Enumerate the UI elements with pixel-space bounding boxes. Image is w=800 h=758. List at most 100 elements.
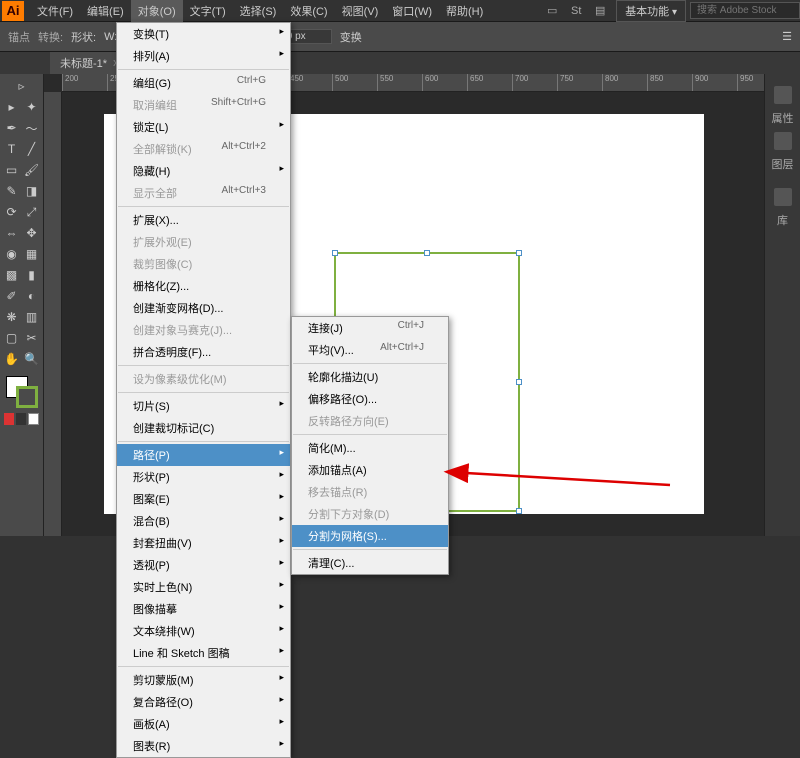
layers-icon[interactable] [774,132,792,150]
menu-item[interactable]: 透视(P) [117,554,290,576]
panel-label: 属性 [772,110,794,126]
artboard-tool[interactable]: ▢ [2,328,21,348]
path-submenu-dropdown: 连接(J)Ctrl+J平均(V)...Alt+Ctrl+J 轮廓化描边(U)偏移路… [291,316,449,575]
selection-tool[interactable]: ▹ [2,76,41,96]
menu-文字T[interactable]: 文字(T) [183,0,233,22]
st-icon[interactable]: St [566,3,586,19]
menu-item[interactable]: 实时上色(N) [117,576,290,598]
menu-item[interactable]: 形状(P) [117,466,290,488]
menu-item[interactable]: 排列(A) [117,45,290,67]
menu-item[interactable]: 编组(G)Ctrl+G [117,72,290,94]
menu-item[interactable]: 画板(A) [117,713,290,735]
none-swatch[interactable] [28,413,39,425]
line-tool[interactable]: ╱ [22,139,41,159]
libraries-icon[interactable] [774,188,792,206]
menu-item: 全部解锁(K)Alt+Ctrl+2 [117,138,290,160]
layout-icon[interactable]: ▭ [542,3,562,19]
panel-dock: 属性 图层 库 [764,74,800,536]
curvature-tool[interactable]: 〜 [22,118,41,138]
menu-帮助H[interactable]: 帮助(H) [439,0,490,22]
menu-item: 分割下方对象(D) [292,503,448,525]
menu-item[interactable]: 剪切蒙版(M) [117,669,290,691]
shaper-tool[interactable]: ✎ [2,181,21,201]
color-swatch[interactable] [4,413,14,425]
slice-tool[interactable]: ✂ [22,328,41,348]
menu-item[interactable]: Line 和 Sketch 图稿 [117,642,290,664]
menu-item: 创建对象马赛克(J)... [117,319,290,341]
zoom-tool[interactable]: 🔍 [22,349,41,369]
panel-label: 图层 [772,156,794,172]
doc-icon[interactable]: ▤ [590,3,610,19]
transform-label[interactable]: 变换 [340,29,362,45]
menu-item[interactable]: 图表(R) [117,735,290,757]
menu-item[interactable]: 隐藏(H) [117,160,290,182]
menu-item[interactable]: 栅格化(Z)... [117,275,290,297]
menu-item[interactable]: 分割为网格(S)... [292,525,448,547]
resize-handle[interactable] [424,250,430,256]
menu-item[interactable]: 文本绕排(W) [117,620,290,642]
pen-tool[interactable]: ✒ [2,118,21,138]
menu-item: 裁剪图像(C) [117,253,290,275]
shape-builder-tool[interactable]: ◉ [2,244,21,264]
width-tool[interactable]: ⇔ [2,223,21,243]
resize-handle[interactable] [516,508,522,514]
magic-wand-tool[interactable]: ✦ [22,97,41,117]
perspective-tool[interactable]: ▦ [22,244,41,264]
resize-handle[interactable] [516,379,522,385]
menu-对象O[interactable]: 对象(O) [131,0,183,22]
hand-tool[interactable]: ✋ [2,349,21,369]
scale-tool[interactable]: ⤢ [22,202,41,222]
eyedropper-tool[interactable]: ✐ [2,286,21,306]
menu-item[interactable]: 创建渐变网格(D)... [117,297,290,319]
resize-handle[interactable] [516,250,522,256]
menu-选择S[interactable]: 选择(S) [233,0,284,22]
menu-item[interactable]: 轮廓化描边(U) [292,366,448,388]
menu-item[interactable]: 拼合透明度(F)... [117,341,290,363]
menu-item[interactable]: 复合路径(O) [117,691,290,713]
menu-视图V[interactable]: 视图(V) [335,0,386,22]
symbol-tool[interactable]: ❋ [2,307,21,327]
menu-item[interactable]: 切片(S) [117,395,290,417]
menu-item[interactable]: 扩展(X)... [117,209,290,231]
menu-item[interactable]: 图案(E) [117,488,290,510]
menu-效果C[interactable]: 效果(C) [283,0,334,22]
mesh-tool[interactable]: ▩ [2,265,21,285]
menu-item[interactable]: 添加锚点(A) [292,459,448,481]
gradient-swatch[interactable] [16,413,26,425]
blend-tool[interactable]: ◐ [22,286,41,306]
rotate-tool[interactable]: ⟳ [2,202,21,222]
menu-item[interactable]: 创建裁切标记(C) [117,417,290,439]
properties-icon[interactable] [774,86,792,104]
menu-item[interactable]: 偏移路径(O)... [292,388,448,410]
menu-item[interactable]: 简化(M)... [292,437,448,459]
stroke-swatch[interactable] [16,386,38,408]
menu-item[interactable]: 锁定(L) [117,116,290,138]
graph-tool[interactable]: ▥ [22,307,41,327]
menu-文件F[interactable]: 文件(F) [30,0,80,22]
workspace-switcher[interactable]: 基本功能 ▾ [616,0,686,22]
brush-tool[interactable]: 🖌 [22,160,41,180]
app-logo: Ai [2,1,24,21]
type-tool[interactable]: T [2,139,21,159]
annotation-arrow [460,465,680,508]
menu-编辑E[interactable]: 编辑(E) [80,0,131,22]
menu-item[interactable]: 路径(P) [117,444,290,466]
menu-item[interactable]: 封套扭曲(V) [117,532,290,554]
menu-item[interactable]: 平均(V)...Alt+Ctrl+J [292,339,448,361]
menu-item[interactable]: 混合(B) [117,510,290,532]
menu-item[interactable]: 图像描摹 [117,598,290,620]
direct-select-tool[interactable]: ▸ [2,97,21,117]
fill-stroke-swatch[interactable] [2,374,41,410]
menu-窗口W[interactable]: 窗口(W) [385,0,439,22]
menu-item[interactable]: 变换(T) [117,23,290,45]
search-input[interactable] [690,2,800,19]
object-menu-dropdown: 变换(T)排列(A)编组(G)Ctrl+G取消编组Shift+Ctrl+G锁定(… [116,22,291,758]
rect-tool[interactable]: ▭ [2,160,21,180]
free-transform-tool[interactable]: ✥ [22,223,41,243]
eraser-tool[interactable]: ◨ [22,181,41,201]
menu-item[interactable]: 连接(J)Ctrl+J [292,317,448,339]
panel-toggle-icon[interactable]: ☰ [782,30,792,43]
gradient-tool[interactable]: ▮ [22,265,41,285]
menu-item[interactable]: 清理(C)... [292,552,448,574]
resize-handle[interactable] [332,250,338,256]
